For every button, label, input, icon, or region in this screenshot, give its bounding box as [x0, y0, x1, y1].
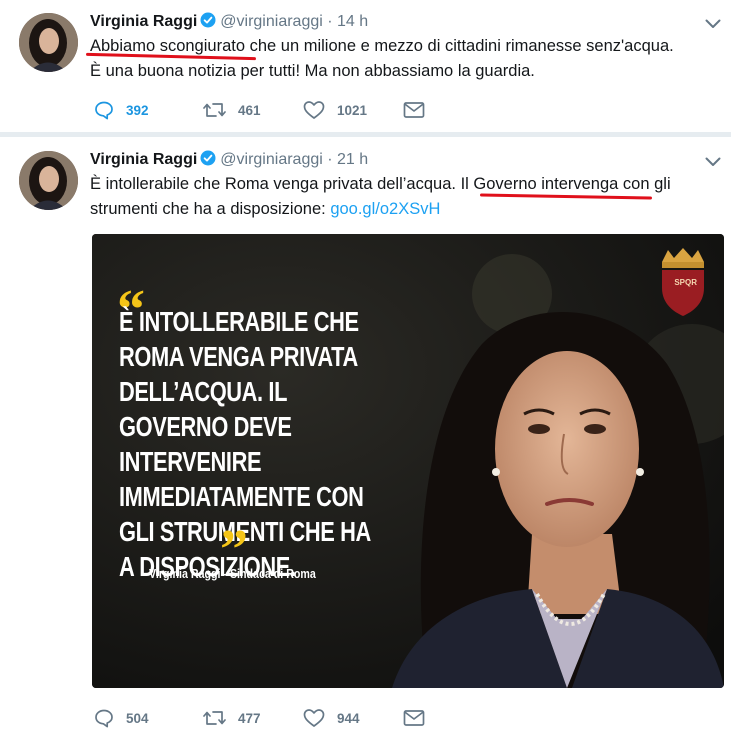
tweet-2[interactable]: Virginia Raggi @virginiaraggi · 21 h È in…	[0, 136, 731, 730]
tweet-1[interactable]: Virginia Raggi @virginiaraggi · 14 h Abbi…	[0, 0, 731, 132]
image-caption: Virginia Raggi - Sindaca di Roma	[149, 566, 316, 581]
verified-icon	[200, 150, 216, 172]
retweet-count: 477	[238, 710, 261, 726]
like-button[interactable]: 1021	[303, 100, 403, 120]
reply-button[interactable]: 504	[94, 708, 203, 728]
retweet-icon	[203, 708, 226, 728]
tweet-header: Virginia Raggi @virginiaraggi · 14 h	[90, 12, 368, 34]
reply-button[interactable]: 392	[94, 100, 203, 120]
author-handle[interactable]: @virginiaraggi	[220, 13, 323, 30]
author-handle[interactable]: @virginiaraggi	[220, 151, 323, 168]
retweet-count: 461	[238, 102, 261, 118]
action-bar: 504 477 944	[94, 707, 425, 729]
avatar[interactable]	[19, 151, 78, 210]
retweet-button[interactable]: 477	[203, 708, 303, 728]
dm-button[interactable]	[403, 101, 425, 119]
timestamp[interactable]: 21 h	[337, 151, 368, 168]
underlined-phrase: Abbiamo scongiurato	[90, 37, 246, 55]
dm-button[interactable]	[403, 709, 425, 727]
tweet-media-image[interactable]: “ È intollerabile che Roma venga privata…	[92, 234, 724, 688]
tweet-text: Abbiamo scongiurato che un milione e mez…	[90, 34, 720, 84]
reply-icon	[94, 100, 114, 120]
separator: ·	[327, 151, 333, 168]
tweet-header: Virginia Raggi @virginiaraggi · 21 h	[90, 150, 368, 172]
author-name[interactable]: Virginia Raggi	[90, 13, 197, 30]
caret-down-icon[interactable]	[705, 17, 721, 29]
underlined-phrase: Il Governo intervenga	[460, 175, 619, 193]
text-part-1: È intollerabile che Roma venga privata d…	[90, 175, 461, 193]
retweet-button[interactable]: 461	[203, 100, 303, 120]
dm-icon	[403, 101, 425, 119]
author-name[interactable]: Virginia Raggi	[90, 151, 197, 168]
reply-count: 504	[126, 710, 149, 726]
close-quote-mark: ”	[220, 519, 248, 581]
shortlink[interactable]: goo.gl/o2XSvH	[330, 200, 440, 218]
retweet-icon	[203, 100, 226, 120]
verified-icon	[200, 12, 216, 34]
like-count: 944	[337, 710, 360, 726]
like-icon	[303, 100, 325, 120]
separator: ·	[327, 13, 333, 30]
action-bar: 392 461 1021	[94, 99, 425, 121]
dm-icon	[403, 709, 425, 727]
timestamp[interactable]: 14 h	[337, 13, 368, 30]
reply-count: 392	[126, 102, 149, 118]
like-count: 1021	[337, 102, 368, 118]
crest-text: SPQR	[674, 278, 697, 287]
text-line-1: che un milione e mezzo di cittadini rima…	[245, 37, 674, 55]
avatar[interactable]	[19, 13, 78, 72]
caret-down-icon[interactable]	[705, 155, 721, 167]
reply-icon	[94, 708, 114, 728]
like-button[interactable]: 944	[303, 708, 403, 728]
like-icon	[303, 708, 325, 728]
text-line-2: È una buona notizia per tutti! Ma non ab…	[90, 62, 535, 80]
